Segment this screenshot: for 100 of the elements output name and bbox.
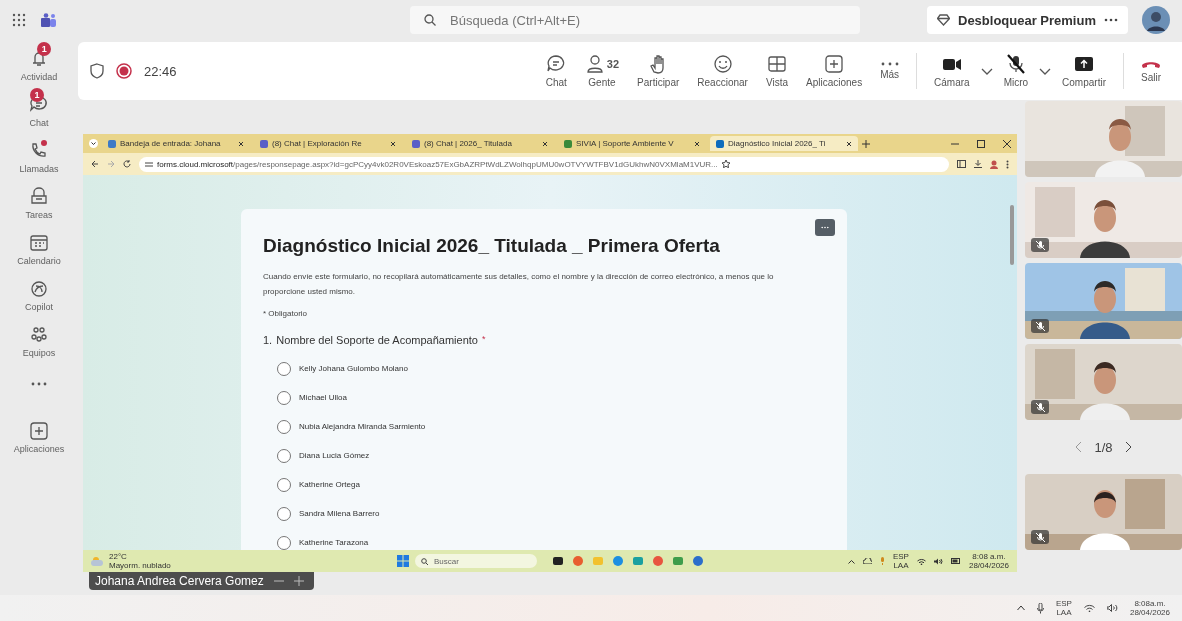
chevron-up-icon[interactable] bbox=[1016, 605, 1025, 611]
search-field[interactable]: Búsqueda (Ctrl+Alt+E) bbox=[410, 6, 860, 34]
chevron-down-icon[interactable] bbox=[1039, 67, 1052, 76]
radio-button[interactable] bbox=[277, 477, 291, 492]
microphone-icon[interactable] bbox=[1036, 602, 1044, 614]
back-icon[interactable] bbox=[91, 160, 99, 168]
radio-button[interactable] bbox=[277, 419, 291, 434]
radio-option[interactable]: Nubia Alejandra Miranda Sarmiento bbox=[263, 412, 432, 441]
radio-option[interactable]: Michael Ulloa bbox=[263, 383, 354, 412]
toolbar-button[interactable]: 32 Gente bbox=[575, 54, 629, 88]
form-title: Diagnóstico Inicial 2026_ Titulada _ Primera Oferta bbox=[263, 235, 721, 257]
question-text: Nombre del Soporte de Acompañamiento bbox=[276, 334, 478, 346]
toolbar-button[interactable]: Cámara bbox=[925, 54, 979, 88]
radio-option[interactable]: Diana Lucia Gómez bbox=[263, 441, 376, 470]
weather-icon bbox=[91, 556, 105, 566]
radio-button[interactable] bbox=[277, 390, 291, 405]
taskbar-search-field[interactable]: Buscar bbox=[415, 554, 537, 568]
sidebar-item[interactable]: Calendario bbox=[15, 230, 63, 268]
sidebar-item[interactable]: Copilot bbox=[23, 276, 55, 314]
bookmark-icon[interactable] bbox=[721, 160, 730, 168]
radio-option[interactable]: Sandra Milena Barrero bbox=[263, 499, 386, 528]
close-icon[interactable] bbox=[694, 140, 700, 147]
more-icon[interactable] bbox=[821, 226, 829, 229]
tab-menu-icon[interactable] bbox=[89, 139, 98, 148]
toolbar-button[interactable]: Compartir bbox=[1053, 54, 1115, 88]
more-icon[interactable] bbox=[1006, 159, 1009, 169]
avatar-icon[interactable] bbox=[1142, 6, 1170, 34]
notification-badge: 1 bbox=[30, 88, 44, 102]
chat-icon bbox=[546, 54, 567, 74]
copilot-icon bbox=[28, 278, 50, 300]
toolbar-button[interactable]: Chat bbox=[536, 54, 576, 88]
muted-microphone-icon bbox=[1035, 321, 1045, 331]
browser-tab[interactable]: Diagnóstico Inicial 2026_ Ti bbox=[710, 136, 858, 151]
more-icon[interactable] bbox=[29, 380, 49, 388]
volume-icon[interactable] bbox=[1106, 604, 1118, 612]
toolbar-button[interactable]: Participar bbox=[628, 54, 689, 88]
radio-option[interactable]: Katherine Ortega bbox=[263, 470, 366, 499]
notification-badge: 1 bbox=[37, 42, 52, 56]
chevron-right-icon[interactable] bbox=[1124, 441, 1132, 453]
cloud-icon[interactable] bbox=[862, 558, 872, 564]
app-launcher-icon[interactable] bbox=[12, 13, 26, 27]
teams-logo-icon[interactable] bbox=[40, 13, 56, 27]
browser-tab[interactable]: Bandeja de entrada: Johana bbox=[102, 136, 250, 151]
radio-button[interactable] bbox=[277, 506, 291, 521]
weather-text: Mayorm. nublado bbox=[109, 561, 171, 570]
wifi-icon[interactable] bbox=[1083, 604, 1095, 612]
chevron-down-icon[interactable] bbox=[980, 67, 993, 76]
chevron-up-icon[interactable] bbox=[847, 558, 855, 564]
download-icon[interactable] bbox=[974, 160, 982, 168]
wifi-icon[interactable] bbox=[916, 557, 926, 565]
toolbar-button[interactable]: Más bbox=[871, 62, 909, 80]
add-icon bbox=[824, 54, 845, 74]
toolbar-button[interactable]: Aplicaciones bbox=[797, 54, 872, 88]
meeting-timer: 22:46 bbox=[144, 63, 177, 79]
privacy-notice: Cuando envíe este formulario, no recopilará automáticamente sus detalles, como el nombre y la dirección de correo electrónico, a menos que lo proporcione usted mismo. bbox=[263, 271, 775, 298]
smiley-icon bbox=[712, 54, 733, 74]
close-icon[interactable] bbox=[1003, 139, 1011, 148]
sidebar-item[interactable]: Tareas bbox=[23, 184, 55, 222]
muted-microphone-icon bbox=[1035, 240, 1045, 250]
radio-button[interactable] bbox=[277, 448, 291, 463]
radio-button[interactable] bbox=[277, 361, 291, 376]
more-icon bbox=[1104, 18, 1118, 22]
premium-button[interactable]: Desbloquear Premium bbox=[927, 6, 1128, 34]
add-icon bbox=[28, 420, 50, 442]
close-icon[interactable] bbox=[542, 140, 548, 147]
radio-button[interactable] bbox=[277, 535, 291, 550]
browser-tab[interactable]: SIVIA | Soporte Ambiente V bbox=[558, 136, 706, 151]
sidebar-item[interactable]: Equipos bbox=[20, 322, 58, 360]
close-icon[interactable] bbox=[390, 140, 396, 147]
address-bar[interactable]: forms.cloud.microsoft/pages/responsepage.aspx?id=gcPCyy4vk02R0VEskoaz57ExGbAZRPtWdLZWolhqpUMU0wOTVYWTFBV1dGUkhwN0VXMlaM1VUR... bbox=[139, 156, 949, 172]
volume-icon[interactable] bbox=[933, 557, 943, 565]
more-icon bbox=[880, 62, 899, 66]
question-number: 1. bbox=[263, 334, 273, 346]
sidebar-icon[interactable] bbox=[957, 160, 966, 168]
taskbar-clock[interactable]: 8:08 a.m. 28/04/2026 bbox=[968, 552, 1009, 570]
new-tab-icon[interactable] bbox=[862, 139, 870, 148]
close-icon[interactable] bbox=[846, 140, 852, 147]
toolbar-button[interactable]: Vista bbox=[756, 54, 797, 88]
grid-icon bbox=[766, 54, 787, 74]
maximize-icon[interactable] bbox=[977, 139, 985, 148]
keyboard-language[interactable]: ESP LAA bbox=[1055, 599, 1072, 617]
sidebar-item[interactable]: Llamadas bbox=[17, 138, 61, 176]
profile-icon[interactable] bbox=[990, 159, 998, 169]
reload-icon[interactable] bbox=[123, 160, 131, 168]
sidebar-item[interactable]: Aplicaciones bbox=[11, 418, 67, 456]
radio-option[interactable]: Kelly Johana Gulombo Molano bbox=[263, 354, 414, 383]
search-icon bbox=[421, 557, 428, 565]
battery-icon[interactable] bbox=[950, 558, 961, 564]
taskbar-clock[interactable]: 8:08a.m. 28/04/2026 bbox=[1129, 599, 1170, 617]
zoom-in-icon[interactable] bbox=[293, 576, 304, 586]
toolbar-button[interactable]: Salir bbox=[1132, 59, 1170, 83]
site-info-icon bbox=[145, 160, 153, 168]
toolbar-button[interactable]: Micro bbox=[994, 54, 1038, 88]
close-icon[interactable] bbox=[238, 140, 244, 147]
start-icon[interactable] bbox=[397, 555, 409, 567]
browser-tab[interactable]: (8) Chat | Exploración Re bbox=[254, 136, 402, 151]
browser-tab[interactable]: (8) Chat | 2026_ Titulada bbox=[406, 136, 554, 151]
toolbar-button[interactable]: Reaccionar bbox=[688, 54, 757, 88]
scrollbar-thumb[interactable] bbox=[1010, 205, 1014, 265]
keyboard-language[interactable]: ESP LAA bbox=[892, 552, 909, 570]
